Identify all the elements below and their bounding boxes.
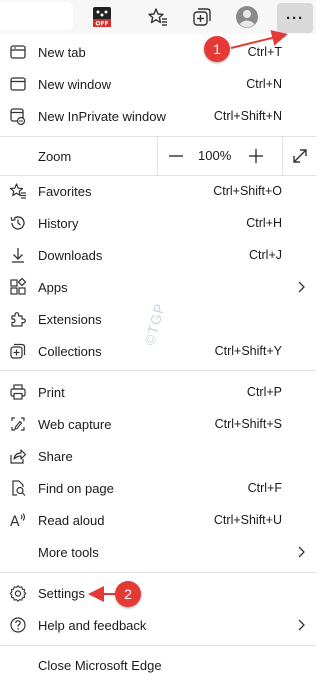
share-icon bbox=[9, 447, 27, 465]
menu-item-print[interactable]: Print Ctrl+P bbox=[0, 376, 316, 408]
menu-item-history[interactable]: History Ctrl+H bbox=[0, 207, 316, 239]
menu-item-shortcut: Ctrl+T bbox=[247, 45, 282, 59]
new-window-icon bbox=[9, 75, 27, 93]
chevron-right-icon bbox=[296, 279, 306, 295]
extensions-icon bbox=[9, 310, 27, 328]
menu-item-zoom: Zoom 100% bbox=[0, 137, 316, 175]
menu-item-label: More tools bbox=[38, 545, 99, 560]
read-aloud-icon: A bbox=[9, 511, 27, 529]
menu-item-label: Apps bbox=[38, 280, 68, 295]
svg-text:A: A bbox=[10, 514, 20, 529]
menu-item-more-tools[interactable]: More tools bbox=[0, 536, 316, 568]
menu-item-find-on-page[interactable]: Find on page Ctrl+F bbox=[0, 472, 316, 504]
menu-item-apps[interactable]: Apps bbox=[0, 271, 316, 303]
zoom-value: 100% bbox=[198, 148, 232, 163]
menu-item-label: Extensions bbox=[38, 312, 102, 327]
menu-item-label: Web capture bbox=[38, 417, 112, 432]
collections-icon bbox=[193, 8, 211, 26]
history-icon bbox=[9, 214, 27, 232]
web-capture-icon bbox=[9, 415, 27, 433]
inprivate-icon bbox=[9, 107, 27, 125]
menu-item-shortcut: Ctrl+Shift+Y bbox=[214, 344, 282, 358]
favorites-icon bbox=[148, 8, 167, 26]
chevron-right-icon bbox=[296, 544, 306, 560]
expand-icon bbox=[293, 149, 307, 163]
menu-item-shortcut: Ctrl+F bbox=[247, 481, 282, 495]
menu-item-label: Read aloud bbox=[38, 513, 105, 528]
menu-item-label: Favorites bbox=[38, 184, 92, 199]
menu-item-new-window[interactable]: New window Ctrl+N bbox=[0, 68, 316, 100]
extension-button[interactable]: OFF bbox=[88, 3, 116, 31]
favorites-icon bbox=[9, 182, 27, 200]
menu-item-shortcut: Ctrl+J bbox=[249, 248, 282, 262]
menu-item-label: New tab bbox=[38, 45, 86, 60]
menu-item-label: Close Microsoft Edge bbox=[38, 658, 162, 673]
menu-item-label: New InPrivate window bbox=[38, 109, 166, 124]
zoom-out-button[interactable] bbox=[166, 146, 186, 166]
help-icon bbox=[9, 616, 27, 634]
settings-icon bbox=[9, 584, 27, 602]
extension-off-icon: OFF bbox=[93, 7, 111, 28]
menu-item-new-inprivate-window[interactable]: New InPrivate window Ctrl+Shift+N bbox=[0, 100, 316, 132]
menu-item-shortcut: Ctrl+N bbox=[246, 77, 282, 91]
menu-item-favorites[interactable]: Favorites Ctrl+Shift+O bbox=[0, 175, 316, 207]
menu-item-close-microsoft-edge[interactable]: Close Microsoft Edge bbox=[0, 649, 316, 681]
menu-item-shortcut: Ctrl+P bbox=[246, 385, 282, 399]
chevron-right-icon bbox=[296, 617, 306, 633]
menu-item-label: Downloads bbox=[38, 248, 103, 263]
menu-item-shortcut: Ctrl+Shift+U bbox=[213, 513, 282, 527]
collections-icon bbox=[9, 342, 27, 360]
extension-badge-text: OFF bbox=[95, 21, 108, 28]
menu-item-settings[interactable]: Settings bbox=[0, 577, 316, 609]
menu-item-label: Find on page bbox=[38, 481, 114, 496]
downloads-icon bbox=[9, 246, 27, 264]
menu-item-label: History bbox=[38, 216, 79, 231]
menu-item-shortcut: Ctrl+H bbox=[246, 216, 282, 230]
menu-item-label: Print bbox=[38, 385, 65, 400]
callout-badge-2: 2 bbox=[115, 581, 141, 607]
zoom-label: Zoom bbox=[38, 149, 72, 164]
menu-separator bbox=[0, 572, 316, 573]
plus-icon bbox=[249, 149, 263, 163]
menu-item-read-aloud[interactable]: A Read aloud Ctrl+Shift+U bbox=[0, 504, 316, 536]
callout-badge-1: 1 bbox=[204, 36, 230, 62]
profile-button[interactable] bbox=[233, 3, 261, 31]
new-tab-icon bbox=[9, 43, 27, 61]
more-options-button[interactable]: ··· bbox=[277, 3, 313, 33]
menu-item-label: Help and feedback bbox=[38, 618, 147, 633]
collections-button[interactable] bbox=[188, 3, 216, 31]
minus-icon bbox=[169, 155, 183, 157]
menu-item-label: New window bbox=[38, 77, 111, 92]
menu-item-label: Collections bbox=[38, 344, 102, 359]
full-screen-button[interactable] bbox=[290, 146, 310, 166]
menu-item-share[interactable]: Share bbox=[0, 440, 316, 472]
menu-item-new-tab[interactable]: New tab Ctrl+T bbox=[0, 36, 316, 68]
print-icon bbox=[9, 383, 27, 401]
menu-item-downloads[interactable]: Downloads Ctrl+J bbox=[0, 239, 316, 271]
menu-separator bbox=[0, 370, 316, 371]
favorites-button[interactable] bbox=[144, 3, 172, 31]
menu-item-shortcut: Ctrl+Shift+O bbox=[213, 184, 282, 198]
menu-item-shortcut: Ctrl+Shift+S bbox=[214, 417, 282, 431]
profile-icon bbox=[236, 6, 258, 28]
settings-and-more-menu: New tab Ctrl+T New window Ctrl+N New InP… bbox=[0, 34, 316, 677]
menu-separator bbox=[0, 645, 316, 646]
find-icon bbox=[9, 479, 27, 497]
menu-item-label: Share bbox=[38, 449, 73, 464]
menu-item-help-and-feedback[interactable]: Help and feedback bbox=[0, 609, 316, 641]
menu-item-web-capture[interactable]: Web capture Ctrl+Shift+S bbox=[0, 408, 316, 440]
zoom-in-button[interactable] bbox=[246, 146, 266, 166]
apps-icon bbox=[9, 278, 27, 296]
address-bar-end[interactable] bbox=[0, 2, 73, 30]
browser-toolbar: OFF ··· bbox=[0, 0, 316, 34]
more-options-icon: ··· bbox=[286, 9, 304, 27]
menu-item-label: Settings bbox=[38, 586, 85, 601]
menu-item-shortcut: Ctrl+Shift+N bbox=[213, 109, 282, 123]
